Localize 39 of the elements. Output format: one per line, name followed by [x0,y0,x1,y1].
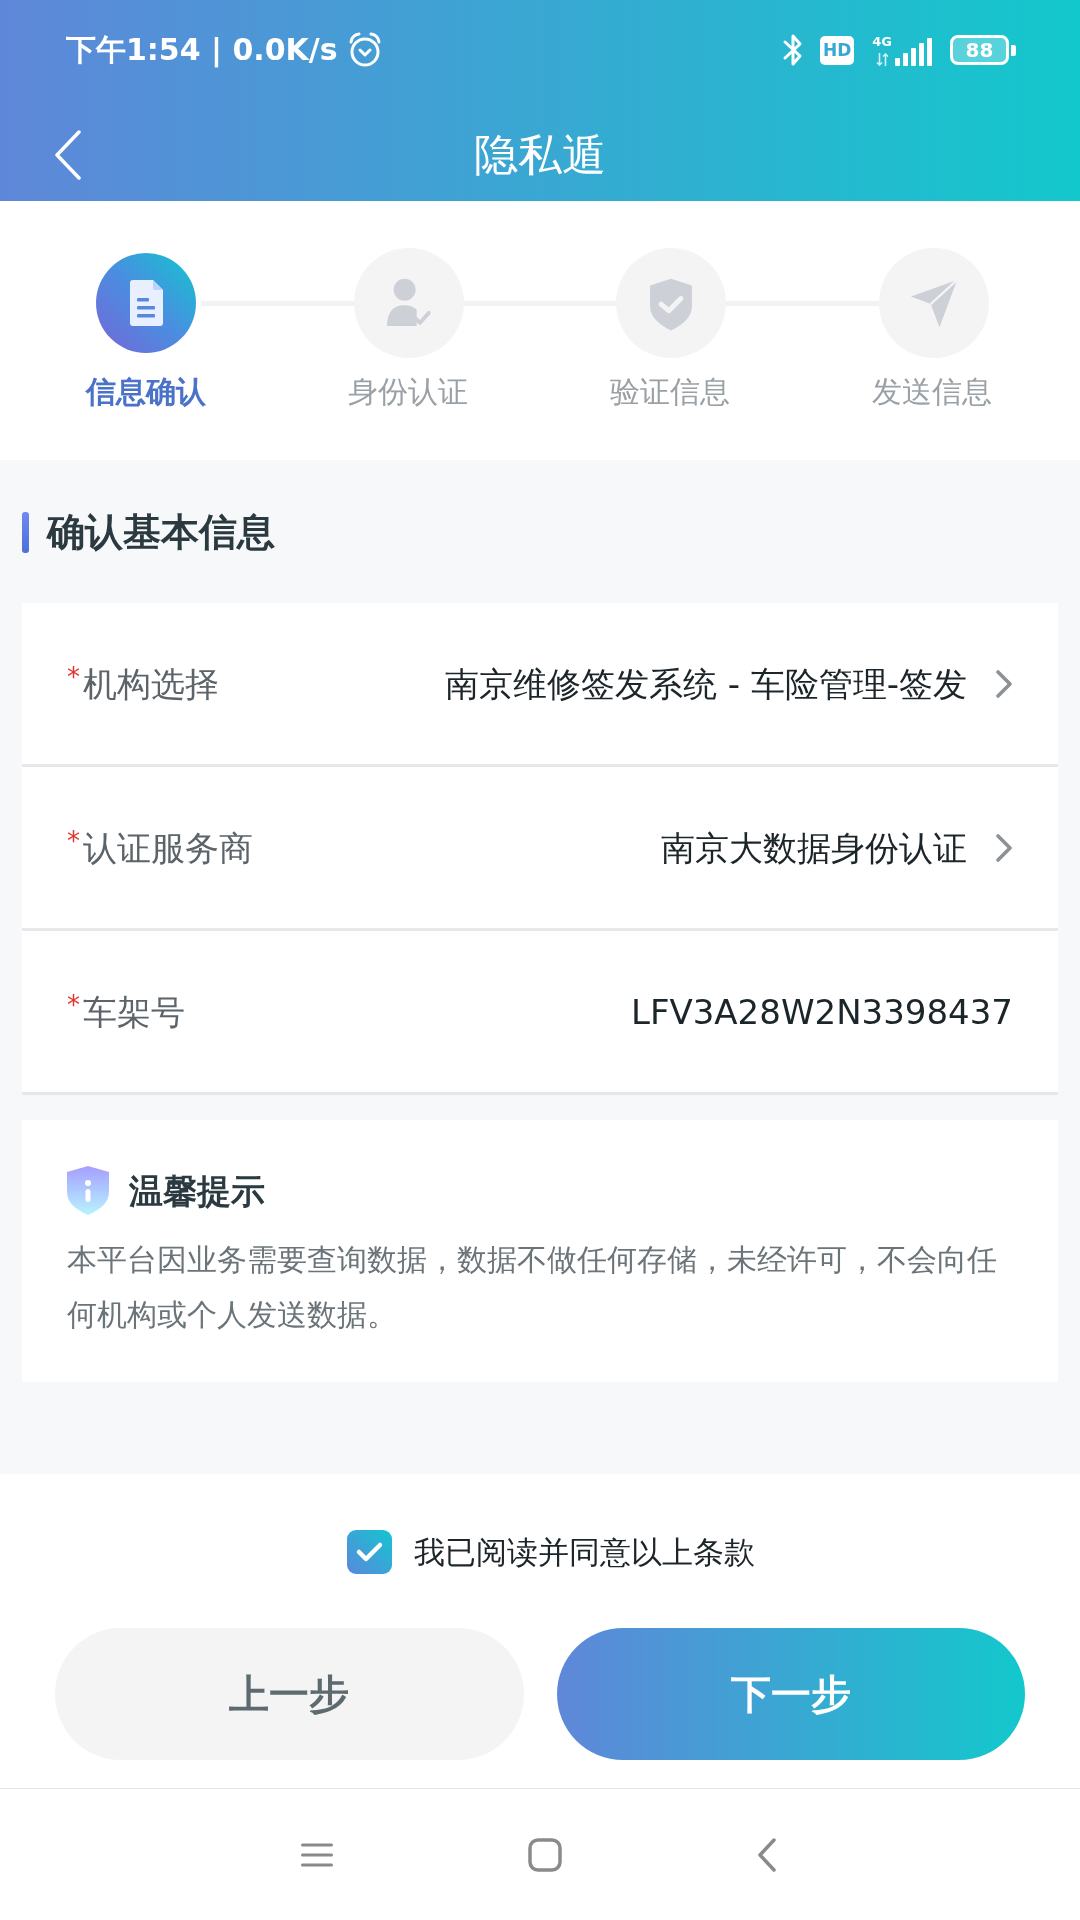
battery-indicator: 88 [950,35,1016,65]
field-label: 车架号 [83,990,185,1034]
step-label: 信息确认 [86,373,206,411]
notice-title: 温馨提示 [129,1169,265,1213]
field-label: 认证服务商 [83,826,253,870]
chevron-right-icon [995,668,1013,699]
page-title: 隐私遁 [474,129,606,182]
back-button[interactable] [54,130,82,181]
required-mark: * [67,663,80,690]
signal-bars-icon [895,35,932,66]
field-label: 机构选择 [83,662,219,706]
field-value: LFV3A28W2N3398437 [630,990,1013,1034]
title-accent-bar [22,511,29,553]
select-row[interactable]: *认证服务商 南京大数据身份认证 [22,767,1058,931]
chevron-left-icon [54,130,82,181]
field-value: 南京大数据身份认证 [661,826,967,870]
menu-icon[interactable] [301,1842,333,1867]
back-icon[interactable] [757,1837,777,1872]
alarm-clock-icon [347,32,382,68]
chevron-right-icon [995,832,1013,863]
required-mark: * [67,991,80,1018]
section-title: 确认基本信息 [47,509,275,556]
bluetooth-icon [781,32,804,68]
select-row[interactable]: *机构选择 南京维修签发系统 - 车险管理-签发 [22,603,1058,767]
step-label: 发送信息 [872,373,992,411]
required-mark: * [67,827,80,854]
shield-info-icon [67,1166,109,1215]
hd-indicator: HD [819,35,855,65]
step-label: 身份认证 [348,373,468,411]
step-label: 验证信息 [610,373,730,411]
status-time: 下午1:54 | 0.0K/s [66,32,338,68]
agreement-label: 我已阅读并同意以上条款 [414,1533,755,1572]
data-arrows-icon [875,52,889,66]
previous-step-button[interactable]: 上一步 [55,1628,524,1760]
notice-text: 本平台因业务需要查询数据，数据不做任何存储，未经许可，不会向任何机构或个人发送数据。 [67,1241,998,1334]
checkbox[interactable] [347,1530,392,1574]
network-type-label: 4G [872,34,892,49]
field-value: 南京维修签发系统 - 车险管理-签发 [444,662,967,706]
home-icon[interactable] [528,1837,562,1872]
